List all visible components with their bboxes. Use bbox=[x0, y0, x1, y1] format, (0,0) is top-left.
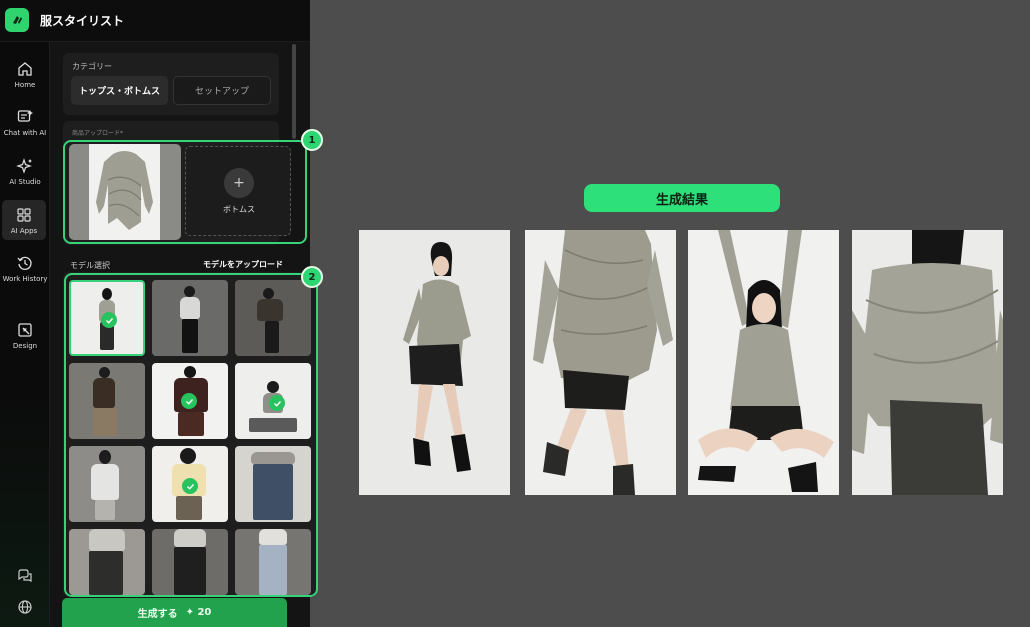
app-title: 服スタイリスト bbox=[40, 14, 125, 28]
panel-scrollbar[interactable] bbox=[292, 44, 296, 139]
highlight-model-grid bbox=[64, 273, 318, 597]
grid-icon bbox=[17, 208, 31, 222]
nav-label: AI Studio bbox=[9, 178, 41, 186]
result-image-1[interactable] bbox=[359, 230, 510, 495]
model-photo bbox=[852, 230, 1003, 495]
nav-label: AI Apps bbox=[10, 227, 38, 235]
result-title: 生成結果 bbox=[584, 184, 780, 212]
nav-item-ai-apps[interactable]: AI Apps bbox=[2, 200, 46, 240]
nav-label: Work History bbox=[2, 275, 48, 283]
result-image-2[interactable] bbox=[525, 230, 676, 495]
model-photo bbox=[533, 230, 673, 495]
category-option-tops-bottoms[interactable]: トップス・ボトムス bbox=[71, 76, 168, 105]
upload-model-link[interactable]: モデルをアップロード bbox=[203, 259, 283, 270]
chat-icon bbox=[17, 110, 33, 122]
nav-label: Home bbox=[14, 81, 36, 89]
nav-item-ai-studio[interactable]: AI Studio bbox=[0, 157, 50, 186]
nav-label: Design bbox=[12, 342, 38, 350]
nav-item-chat[interactable]: Chat with AI bbox=[0, 108, 50, 137]
result-image-3[interactable] bbox=[688, 230, 839, 495]
globe-icon bbox=[18, 600, 32, 614]
step-badge-1: 1 bbox=[301, 129, 323, 151]
generate-button[interactable]: 生成する ✦ 20 bbox=[62, 598, 287, 627]
home-icon bbox=[18, 62, 32, 76]
result-image-4[interactable] bbox=[852, 230, 1003, 495]
generate-label: 生成する bbox=[137, 609, 178, 620]
app-logo-icon[interactable] bbox=[5, 8, 29, 32]
nav-item-work-history[interactable]: Work History bbox=[0, 254, 50, 283]
category-label: カテゴリー bbox=[72, 62, 112, 71]
app-header: 服スタイリスト bbox=[0, 0, 310, 42]
nav-item-messages[interactable] bbox=[0, 567, 50, 585]
credit-cost: ✦ 20 bbox=[185, 607, 212, 618]
nav-item-design[interactable]: Design bbox=[0, 321, 50, 350]
category-option-setup[interactable]: セットアップ bbox=[173, 76, 271, 105]
design-icon bbox=[18, 323, 32, 337]
step-badge-2: 2 bbox=[301, 266, 323, 288]
nav-item-language[interactable] bbox=[0, 598, 50, 616]
nav-label: Chat with AI bbox=[3, 129, 47, 137]
nav-item-home[interactable]: Home bbox=[0, 60, 50, 89]
sparkle-icon bbox=[16, 158, 32, 174]
history-icon bbox=[17, 256, 32, 270]
model-photo bbox=[698, 230, 834, 492]
model-select-label: モデル選択 bbox=[70, 261, 110, 270]
left-nav: Home Chat with AI AI Studio AI Apps Work… bbox=[0, 42, 50, 627]
model-photo bbox=[403, 242, 471, 472]
upload-label: 商品アップロード* bbox=[72, 130, 124, 137]
highlight-upload-area bbox=[63, 140, 307, 244]
messages-icon bbox=[18, 569, 32, 582]
